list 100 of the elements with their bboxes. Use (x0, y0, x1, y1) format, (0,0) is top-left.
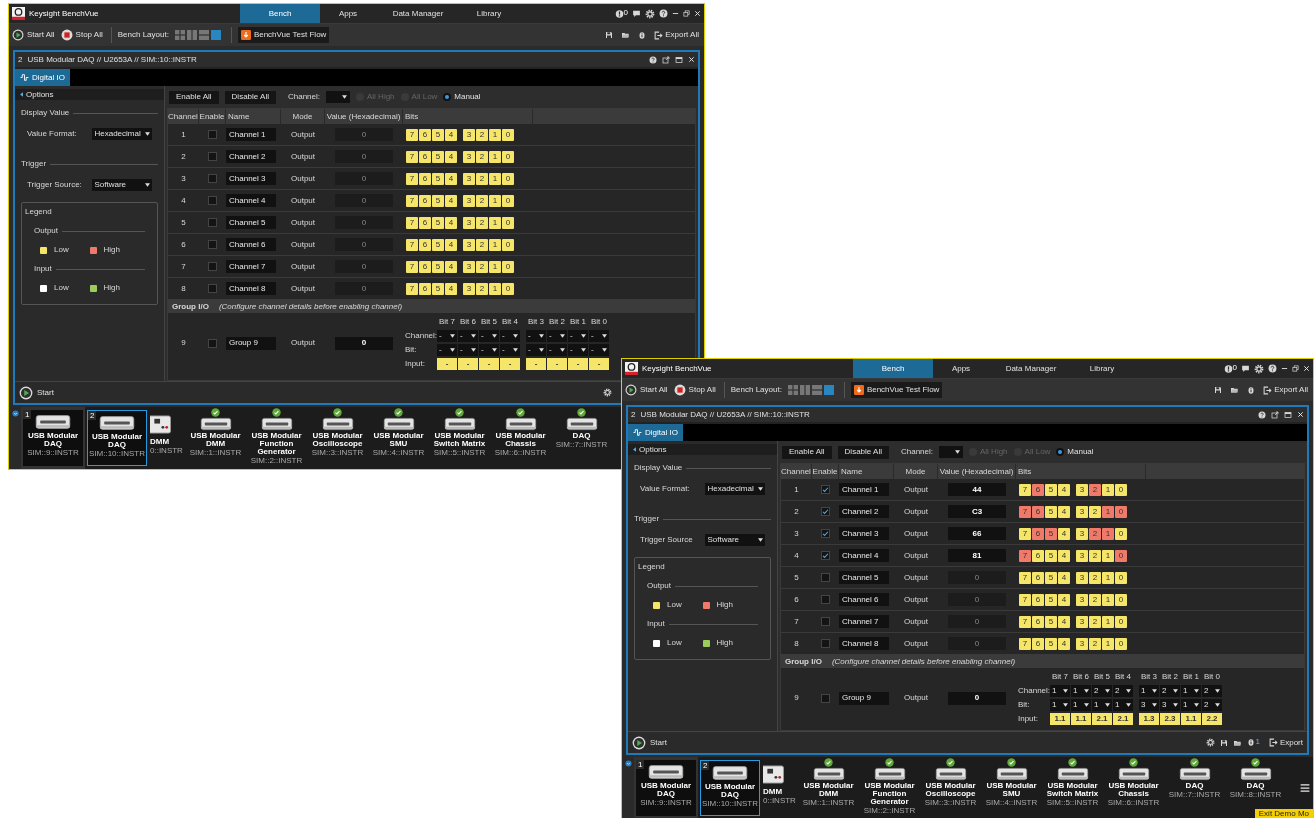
nav-tab[interactable]: Apps (320, 4, 376, 23)
name-field[interactable]: Channel 6 (226, 238, 276, 251)
bit-toggle[interactable]: 7 (1019, 571, 1031, 584)
bit-toggle[interactable]: 5 (432, 260, 444, 273)
nav-tab[interactable]: Library (1073, 359, 1131, 378)
bit-toggle[interactable]: 7 (406, 260, 418, 273)
bit-toggle[interactable]: 6 (1032, 549, 1044, 562)
disable-all-button[interactable]: Disable All (224, 90, 276, 104)
device-item[interactable]: USB Modular Oscilloscope SIM::3::INSTR (307, 407, 368, 469)
bit-toggle[interactable]: 7 (1019, 637, 1031, 650)
start-button[interactable]: Start (19, 385, 54, 400)
name-field[interactable]: Channel 1 (226, 128, 276, 141)
bit-toggle[interactable]: 2 (1089, 571, 1101, 584)
bit-toggle[interactable]: 2 (476, 260, 488, 273)
bit-toggle[interactable]: 1 (1102, 483, 1114, 496)
bit-toggle[interactable]: 6 (419, 128, 431, 141)
bit-toggle[interactable]: 4 (1058, 527, 1070, 540)
bit-toggle[interactable]: 0 (1115, 615, 1127, 628)
name-field[interactable]: Channel 8 (839, 637, 889, 650)
bit-select[interactable]: 1 (1050, 699, 1070, 711)
bit-toggle[interactable]: 6 (419, 238, 431, 251)
device-item[interactable]: USB Modular Chassis SIM::6::INSTR (1103, 757, 1164, 818)
bit-select[interactable]: 1 (1092, 699, 1112, 711)
channel-select[interactable]: - (526, 330, 546, 342)
device-item[interactable]: USB Modular DMM SIM::1::INSTR (798, 757, 859, 818)
bit-toggle[interactable]: 5 (432, 194, 444, 207)
bit-toggle[interactable]: 2 (1089, 615, 1101, 628)
bit-select[interactable]: - (568, 344, 588, 356)
bit-toggle[interactable]: 6 (419, 150, 431, 163)
bit-toggle[interactable]: 3 (1076, 615, 1088, 628)
bit-select[interactable]: 1 (1071, 699, 1091, 711)
bit-toggle[interactable]: 5 (1045, 549, 1057, 562)
bit-toggle[interactable]: 7 (406, 194, 418, 207)
channel-select[interactable]: - (547, 330, 567, 342)
bit-toggle[interactable]: 0 (1115, 571, 1127, 584)
bit-toggle[interactable]: 2 (476, 128, 488, 141)
bit-toggle[interactable]: 4 (1058, 571, 1070, 584)
value-field[interactable]: 81 (948, 549, 1006, 562)
name-field[interactable]: Channel 4 (839, 549, 889, 562)
bit-toggle[interactable]: 2 (1089, 483, 1101, 496)
bit-toggle[interactable]: 7 (1019, 527, 1031, 540)
bit-toggle[interactable]: 5 (1045, 593, 1057, 606)
channel-select[interactable]: - (437, 330, 457, 342)
value-field[interactable]: 0 (335, 172, 393, 185)
bit-toggle[interactable]: 1 (489, 128, 501, 141)
start-all-button[interactable]: Start All (625, 384, 668, 396)
channel-select[interactable]: 1 (1181, 685, 1201, 697)
name-field[interactable]: Channel 6 (839, 593, 889, 606)
name-field[interactable]: Channel 7 (226, 260, 276, 273)
bit-toggle[interactable]: 0 (1115, 637, 1127, 650)
bit-toggle[interactable]: 6 (1032, 571, 1044, 584)
bit-toggle[interactable]: 1 (489, 150, 501, 163)
channel-select[interactable]: 1 (1071, 685, 1091, 697)
device-item[interactable]: USB Modular Function Generator SIM::2::INSTR (859, 757, 920, 818)
bit-toggle[interactable]: 7 (406, 172, 418, 185)
device-item[interactable]: USB Modular Oscilloscope SIM::3::INSTR (920, 757, 981, 818)
bit-toggle[interactable]: 1 (1102, 549, 1114, 562)
device-item[interactable]: USB Modular Switch Matrix SIM::5::INSTR (429, 407, 490, 469)
value-field[interactable]: 0 (335, 216, 393, 229)
name-field[interactable]: Channel 4 (226, 194, 276, 207)
bit-toggle[interactable]: 1 (1102, 593, 1114, 606)
name-field[interactable]: Group 9 (839, 691, 889, 705)
bit-toggle[interactable]: 0 (1115, 593, 1127, 606)
bit-toggle[interactable]: 0 (502, 238, 514, 251)
nav-tab[interactable]: Data Manager (989, 359, 1073, 378)
bit-toggle[interactable]: 3 (1076, 549, 1088, 562)
value-field[interactable]: 0 (335, 238, 393, 251)
device-item[interactable]: USB Modular SMU SIM::4::INSTR (981, 757, 1042, 818)
bit-toggle[interactable]: 7 (1019, 549, 1031, 562)
bit-toggle[interactable]: 6 (1032, 637, 1044, 650)
channel-select[interactable]: 2 (1113, 685, 1133, 697)
enable-all-button[interactable]: Enable All (169, 90, 219, 104)
bit-toggle[interactable]: 5 (432, 238, 444, 251)
value-field[interactable]: 0 (335, 282, 393, 295)
bit-toggle[interactable]: 3 (463, 128, 475, 141)
bit-toggle[interactable]: 4 (1058, 615, 1070, 628)
bit-toggle[interactable]: 6 (1032, 505, 1044, 518)
bit-toggle[interactable]: 4 (445, 150, 457, 163)
bit-select[interactable]: - (479, 344, 499, 356)
value-field[interactable]: C3 (948, 505, 1006, 518)
bit-toggle[interactable]: 7 (406, 150, 418, 163)
name-field[interactable]: Channel 7 (839, 615, 889, 628)
bit-toggle[interactable]: 0 (502, 282, 514, 295)
bit-toggle[interactable]: 1 (489, 260, 501, 273)
bit-toggle[interactable]: 3 (463, 150, 475, 163)
bit-toggle[interactable]: 0 (502, 128, 514, 141)
bit-toggle[interactable]: 0 (1115, 527, 1127, 540)
device-card[interactable]: 2 USB Modular DAQ SIM::10::INSTR (700, 760, 760, 816)
nav-tab[interactable]: Library (460, 4, 518, 23)
bit-toggle[interactable]: 5 (432, 282, 444, 295)
device-card[interactable]: 1 USB Modular DAQ SIM::9::INSTR (636, 760, 696, 816)
stop-all-button[interactable]: Stop All (673, 384, 716, 396)
digital-io-tab[interactable]: Digital IO (628, 424, 683, 441)
channel-select[interactable]: 2 (1092, 685, 1112, 697)
channel-select[interactable]: - (458, 330, 478, 342)
bit-toggle[interactable]: 5 (1045, 615, 1057, 628)
device-item[interactable]: USB Modular Function Generator SIM::2::INSTR (246, 407, 307, 469)
device-item[interactable]: USB Modular Switch Matrix SIM::5::INSTR (1042, 757, 1103, 818)
bit-toggle[interactable]: 0 (1115, 549, 1127, 562)
bit-toggle[interactable]: 0 (1115, 483, 1127, 496)
